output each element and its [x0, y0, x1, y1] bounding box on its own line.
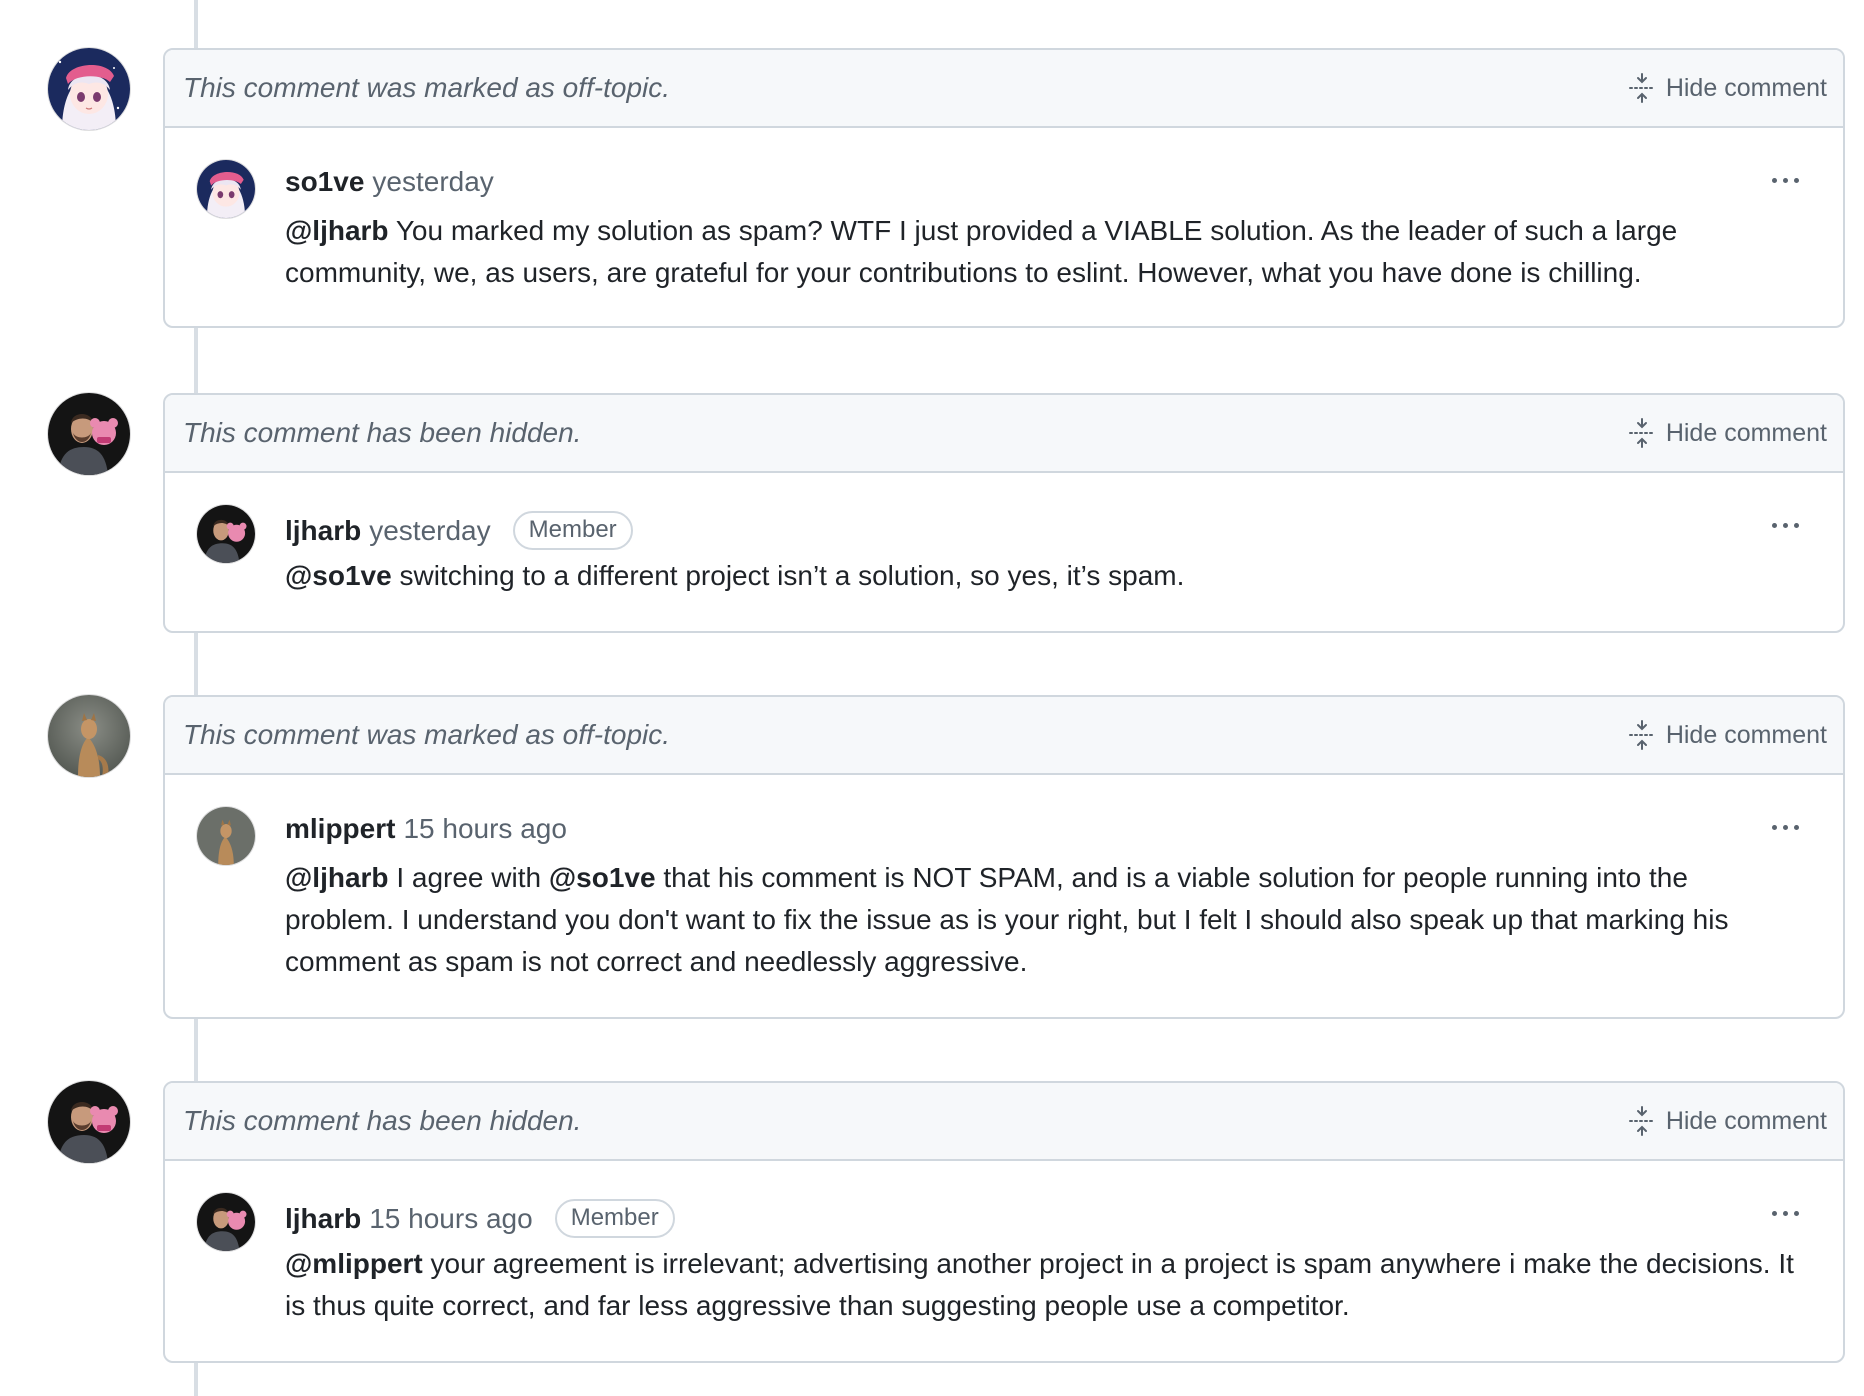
hide-comment-label: Hide comment [1665, 73, 1827, 102]
comment-text-content: I agree with [388, 862, 549, 893]
hide-comment-label: Hide comment [1665, 720, 1827, 749]
member-badge: Member [554, 1199, 675, 1238]
comment-text-content: your agreement is irrelevant; advertisin… [285, 1248, 1794, 1321]
comment-author-line: ljharb yesterday Member [285, 511, 633, 550]
mention-link[interactable]: @ljharb [285, 862, 389, 893]
kebab-horizontal-icon [1771, 177, 1777, 183]
comment-header: This comment was marked as off-topic. Hi… [165, 697, 1843, 775]
timestamp-link[interactable]: yesterday [372, 166, 493, 198]
timestamp-link[interactable]: yesterday [369, 515, 490, 547]
hidden-reason-text: This comment has been hidden. [183, 1105, 582, 1136]
fold-icon [1628, 73, 1656, 103]
avatar[interactable] [48, 48, 130, 130]
comment-header: This comment was marked as off-topic. Hi… [165, 50, 1843, 128]
hide-comment-label: Hide comment [1665, 418, 1827, 447]
mention-link[interactable]: @so1ve [285, 560, 392, 591]
avatar[interactable] [197, 807, 255, 865]
avatar[interactable] [197, 160, 255, 218]
avatar[interactable] [197, 505, 255, 563]
author-link[interactable]: ljharb [285, 515, 361, 547]
kebab-horizontal-icon [1771, 824, 1777, 830]
author-link[interactable]: so1ve [285, 166, 364, 198]
comment-author-line: mlippert 15 hours ago [285, 813, 567, 845]
comment-text: @ljharb You marked my solution as spam? … [285, 210, 1803, 294]
comment-header: This comment has been hidden. Hide comme… [165, 1083, 1843, 1161]
hidden-reason-text: This comment has been hidden. [183, 417, 582, 448]
fold-icon [1628, 418, 1656, 448]
comment-text: @mlippert your agreement is irrelevant; … [285, 1243, 1803, 1327]
hide-comment-label: Hide comment [1665, 1106, 1827, 1135]
comment-options-button[interactable] [1763, 166, 1807, 194]
mention-link[interactable]: @ljharb [285, 215, 389, 246]
timestamp-link[interactable]: 15 hours ago [369, 1203, 532, 1235]
kebab-horizontal-icon [1771, 522, 1777, 528]
author-link[interactable]: ljharb [285, 1203, 361, 1235]
comment-box: This comment has been hidden. Hide comme… [163, 1081, 1845, 1363]
comment-author-line: so1ve yesterday [285, 166, 494, 198]
comment-body: ljharb 15 hours ago Member @mlippert you… [165, 1161, 1843, 1359]
avatar[interactable] [48, 695, 130, 777]
mention-link[interactable]: @mlippert [285, 1248, 423, 1279]
avatar[interactable] [48, 393, 130, 475]
comment-options-button[interactable] [1763, 511, 1807, 539]
kebab-horizontal-icon [1771, 1210, 1777, 1216]
comment-options-button[interactable] [1763, 1199, 1807, 1227]
avatar[interactable] [197, 1193, 255, 1251]
comment-header: This comment has been hidden. Hide comme… [165, 395, 1843, 473]
hidden-reason-text: This comment was marked as off-topic. [183, 72, 671, 103]
fold-icon [1628, 1106, 1656, 1136]
comment-text-content: You marked my solution as spam? WTF I ju… [285, 215, 1678, 288]
member-badge: Member [512, 511, 633, 550]
comment-box: This comment was marked as off-topic. Hi… [163, 48, 1845, 328]
mention-link[interactable]: @so1ve [549, 862, 656, 893]
comment-text: @so1ve switching to a different project … [285, 555, 1803, 597]
hide-comment-button[interactable]: Hide comment [1628, 68, 1827, 108]
comment-text: @ljharb I agree with @so1ve that his com… [285, 857, 1803, 983]
hidden-reason-text: This comment was marked as off-topic. [183, 719, 671, 750]
timestamp-link[interactable]: 15 hours ago [403, 813, 566, 845]
comment-body: ljharb yesterday Member @so1ve switching… [165, 473, 1843, 629]
comment-body: mlippert 15 hours ago @ljharb I agree wi… [165, 775, 1843, 1015]
comment-author-line: ljharb 15 hours ago Member [285, 1199, 675, 1238]
comment-options-button[interactable] [1763, 813, 1807, 841]
comment-text-content: switching to a different project isn’t a… [391, 560, 1185, 591]
comment-box: This comment was marked as off-topic. Hi… [163, 695, 1845, 1019]
fold-icon [1628, 720, 1656, 750]
avatar[interactable] [48, 1081, 130, 1163]
author-link[interactable]: mlippert [285, 813, 395, 845]
hide-comment-button[interactable]: Hide comment [1628, 413, 1827, 453]
comment-box: This comment has been hidden. Hide comme… [163, 393, 1845, 633]
hide-comment-button[interactable]: Hide comment [1628, 1101, 1827, 1141]
hide-comment-button[interactable]: Hide comment [1628, 715, 1827, 755]
comment-body: so1ve yesterday @ljharb You marked my so… [165, 128, 1843, 324]
